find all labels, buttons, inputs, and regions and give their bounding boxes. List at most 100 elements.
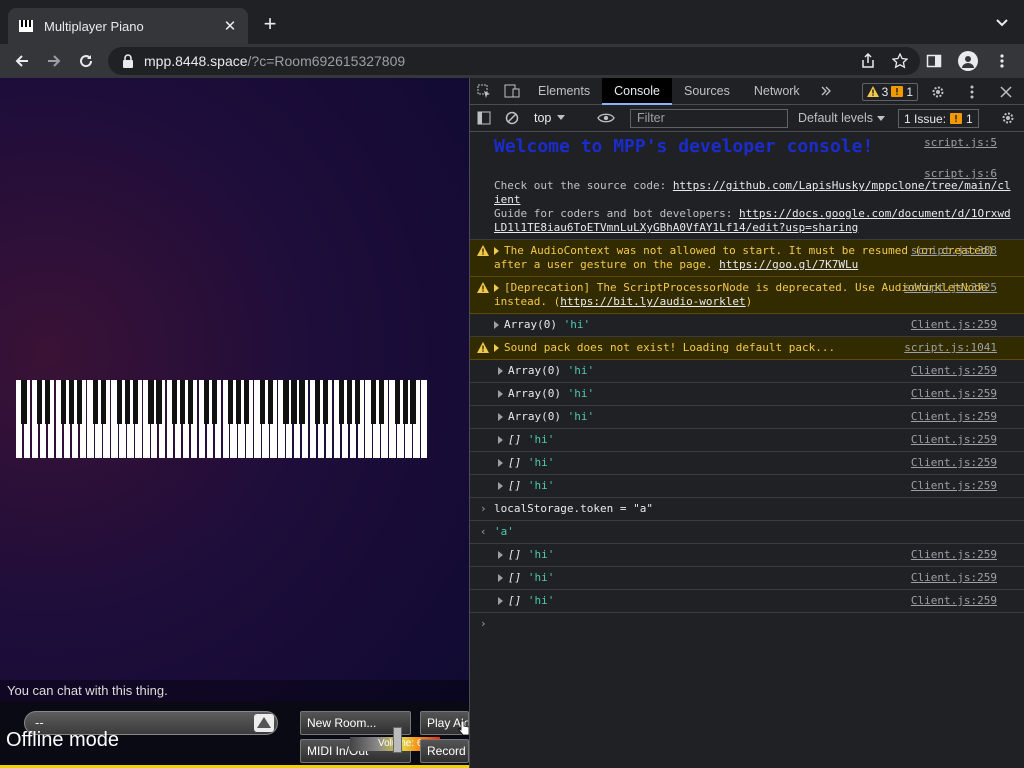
share-icon[interactable] — [860, 53, 876, 69]
piano-black-key[interactable] — [378, 380, 384, 424]
piano-black-key[interactable] — [267, 380, 273, 424]
close-tab-icon[interactable]: ✕ — [222, 17, 238, 35]
source-link[interactable]: Client.js:259 — [911, 594, 997, 608]
piano-black-key[interactable] — [37, 380, 43, 424]
piano-black-key[interactable] — [45, 380, 51, 424]
tab-console[interactable]: Console — [602, 77, 672, 105]
piano-black-key[interactable] — [235, 380, 241, 424]
live-expression-eye-icon[interactable] — [592, 105, 620, 131]
source-link[interactable]: script.js:5 — [924, 136, 997, 150]
piano-white-key[interactable] — [421, 380, 428, 458]
reload-button[interactable] — [70, 45, 102, 77]
piano-black-key[interactable] — [259, 380, 265, 424]
clear-console-icon[interactable] — [498, 105, 526, 131]
piano-black-key[interactable] — [100, 380, 106, 424]
expand-triangle-icon[interactable] — [498, 597, 503, 605]
piano-black-key[interactable] — [299, 380, 305, 424]
source-link[interactable]: script.js:388 — [911, 244, 997, 258]
piano-black-key[interactable] — [203, 380, 210, 424]
piano-black-key[interactable] — [315, 380, 321, 424]
piano-black-key[interactable] — [124, 380, 130, 424]
source-link[interactable]: Client.js:259 — [911, 433, 997, 447]
piano-black-key[interactable] — [227, 380, 234, 424]
browser-menu-button[interactable] — [988, 45, 1016, 77]
room-select-arrow-icon[interactable] — [254, 714, 274, 732]
browser-tab[interactable]: Multiplayer Piano ✕ — [8, 8, 248, 44]
source-link[interactable]: Client.js:259 — [911, 479, 997, 493]
piano-black-key[interactable] — [92, 380, 99, 424]
source-link[interactable]: script.js:1041 — [904, 341, 997, 355]
tab-elements[interactable]: Elements — [526, 78, 602, 105]
piano-black-key[interactable] — [339, 380, 345, 424]
settings-gear-icon[interactable] — [924, 79, 952, 105]
expand-triangle-icon[interactable] — [494, 321, 499, 329]
piano-black-key[interactable] — [211, 380, 218, 424]
expand-triangle-icon[interactable] — [498, 574, 503, 582]
more-tabs-chevron-icon[interactable] — [812, 78, 840, 104]
piano-black-key[interactable] — [283, 380, 289, 424]
piano-black-key[interactable] — [354, 380, 361, 424]
piano-black-key[interactable] — [21, 380, 27, 424]
source-link[interactable]: Client.js:259 — [911, 364, 997, 378]
tab-sources[interactable]: Sources — [672, 78, 742, 105]
piano-black-key[interactable] — [346, 380, 353, 424]
piano-black-key[interactable] — [323, 380, 329, 424]
context-selector[interactable]: top — [526, 111, 573, 125]
source-link[interactable]: Client.js:259 — [911, 456, 997, 470]
expand-triangle-icon[interactable] — [498, 390, 503, 398]
back-button[interactable] — [6, 45, 38, 77]
piano-black-key[interactable] — [116, 380, 122, 424]
source-link[interactable]: script.js:3725 — [904, 281, 997, 295]
expand-triangle-icon[interactable] — [498, 436, 503, 444]
warning-link[interactable]: https://goo.gl/7K7WLu — [719, 258, 858, 271]
piano-black-key[interactable] — [291, 380, 297, 424]
piano-black-key[interactable] — [148, 380, 154, 424]
source-link[interactable]: Client.js:259 — [911, 410, 997, 424]
piano-black-key[interactable] — [410, 380, 416, 424]
piano-black-key[interactable] — [243, 380, 249, 424]
warnings-badge[interactable]: 3 1 — [861, 82, 918, 101]
tab-search-chevron-icon[interactable] — [994, 14, 1010, 30]
piano-black-key[interactable] — [394, 380, 400, 424]
console-settings-gear-icon[interactable] — [994, 105, 1022, 131]
tab-network[interactable]: Network — [742, 78, 812, 105]
piano-black-key[interactable] — [180, 380, 186, 424]
piano-black-key[interactable] — [68, 380, 75, 424]
piano-black-key[interactable] — [402, 380, 408, 424]
piano-black-key[interactable] — [188, 380, 194, 424]
piano-black-key[interactable] — [172, 380, 178, 424]
record-midi-button[interactable]: Record M — [420, 739, 469, 763]
source-link[interactable]: script.js:6 — [924, 167, 997, 181]
piano-keyboard[interactable] — [16, 380, 429, 458]
device-toolbar-icon[interactable] — [498, 78, 526, 104]
inspect-element-icon[interactable] — [470, 78, 498, 104]
profile-button[interactable] — [954, 45, 982, 77]
sidebar-toggle-icon[interactable] — [470, 105, 498, 131]
source-link[interactable]: Client.js:259 — [911, 387, 997, 401]
expand-triangle-icon[interactable] — [498, 413, 503, 421]
console-filter-input[interactable]: Filter — [630, 109, 788, 128]
piano-black-key[interactable] — [61, 380, 67, 424]
forward-button[interactable] — [38, 45, 70, 77]
new-tab-button[interactable]: + — [258, 12, 282, 36]
source-link[interactable]: Client.js:259 — [911, 318, 997, 332]
expand-triangle-icon[interactable] — [498, 459, 503, 467]
expand-triangle-icon[interactable] — [494, 344, 499, 352]
expand-triangle-icon[interactable] — [494, 247, 499, 255]
piano-black-key[interactable] — [370, 380, 377, 424]
piano-black-key[interactable] — [132, 380, 138, 424]
console-prompt[interactable]: › — [470, 613, 1024, 630]
source-link[interactable]: Client.js:259 — [911, 571, 997, 585]
expand-triangle-icon[interactable] — [498, 367, 503, 375]
piano-black-key[interactable] — [156, 380, 162, 424]
expand-triangle-icon[interactable] — [494, 284, 499, 292]
source-link[interactable]: Client.js:259 — [911, 548, 997, 562]
expand-triangle-icon[interactable] — [498, 551, 503, 559]
devtools-menu-icon[interactable] — [958, 79, 986, 105]
log-levels-dropdown[interactable]: Default levels — [798, 111, 885, 125]
console-output[interactable]: Welcome to MPP's developer console! scri… — [470, 133, 1024, 768]
warning-link[interactable]: https://bit.ly/audio-worklet — [560, 295, 745, 308]
bookmark-star-icon[interactable] — [892, 53, 908, 69]
close-devtools-icon[interactable] — [992, 79, 1020, 105]
issues-button[interactable]: 1 Issue: 1 — [898, 109, 979, 128]
